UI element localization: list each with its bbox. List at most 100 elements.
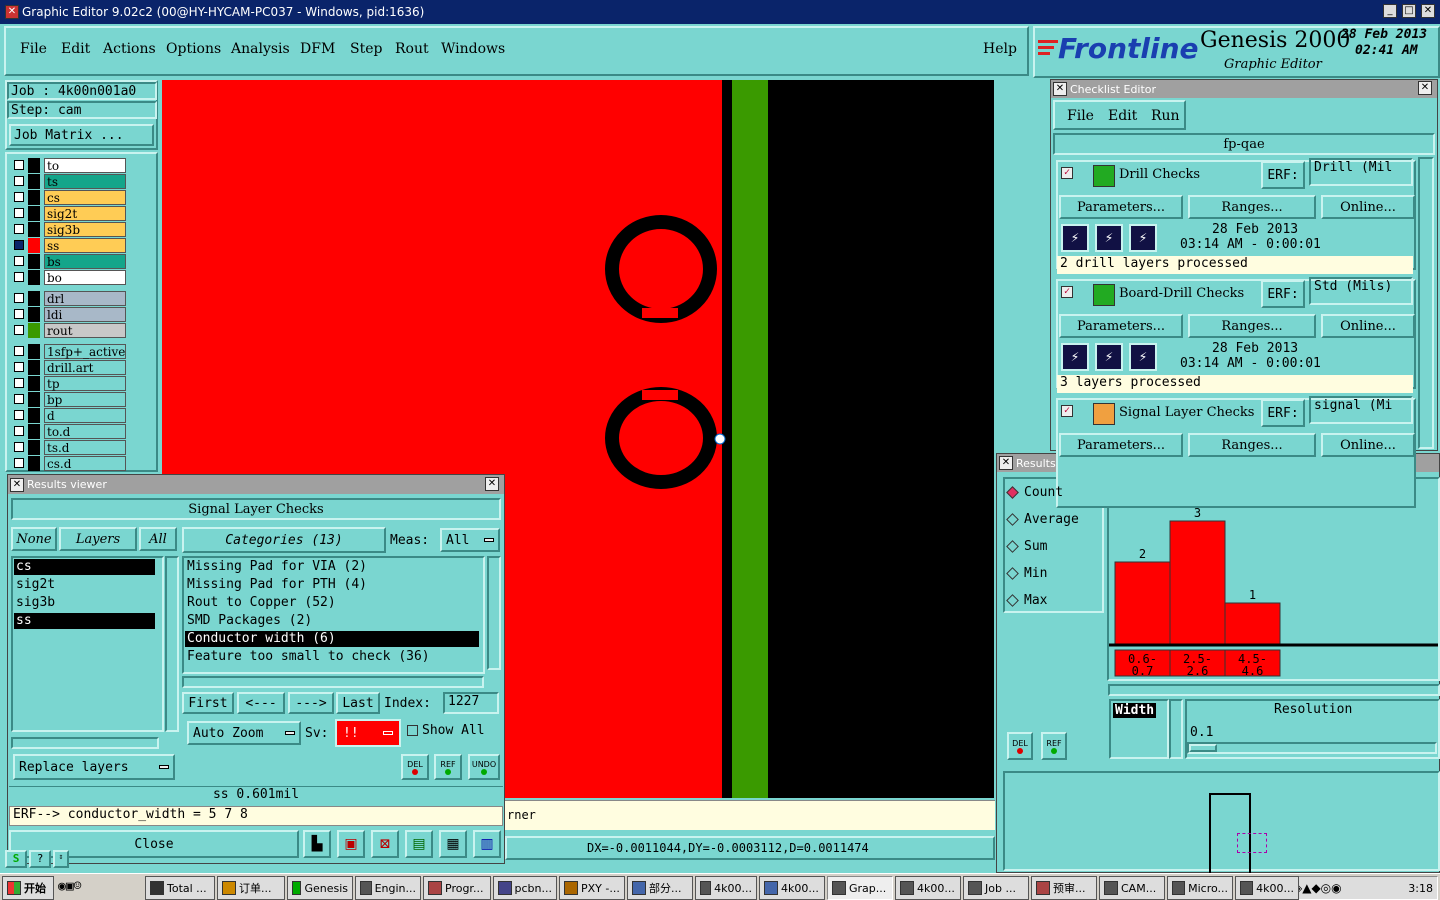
layer-checkbox[interactable] (14, 176, 24, 186)
quick-launch-icons[interactable]: ◉▣☺ (58, 879, 81, 894)
next-button[interactable]: ---> (288, 692, 334, 714)
layer-checkbox[interactable] (14, 309, 24, 319)
layer-row-cs-d[interactable]: cs.d (10, 456, 128, 471)
histogram-chart-icon[interactable]: ▥ (473, 830, 501, 858)
layer-name[interactable]: ts.d (44, 440, 126, 455)
run-check-all-icon[interactable]: ⚡ (1095, 343, 1123, 371)
histogram-bar[interactable] (1169, 520, 1226, 645)
layer-checkbox[interactable] (14, 256, 24, 266)
layer-name[interactable]: d (44, 408, 126, 423)
layer-checkbox[interactable] (14, 240, 24, 250)
layer-color-swatch[interactable] (28, 206, 40, 221)
taskbar-item[interactable]: Micro... (1167, 876, 1233, 900)
erf-value[interactable]: Std (Mils) (1309, 277, 1413, 305)
layer-name[interactable]: sig3b (44, 222, 126, 237)
layer-checkbox[interactable] (14, 458, 24, 468)
category-item[interactable]: Missing Pad for VIA (2) (185, 559, 479, 575)
layer-checkbox[interactable] (14, 272, 24, 282)
histogram-ref-button[interactable]: REF (1041, 732, 1067, 760)
taskbar-item[interactable]: Total ... (145, 876, 215, 900)
category-item[interactable]: SMD Packages (2) (185, 613, 479, 629)
checklist-menu-run[interactable]: Run (1151, 108, 1180, 124)
histogram-bar[interactable] (1224, 602, 1281, 645)
layer-name[interactable]: to.d (44, 424, 126, 439)
categories-button[interactable]: Categories (13) (182, 527, 386, 553)
taskbar-item[interactable]: 预审... (1031, 876, 1097, 900)
layer-color-swatch[interactable] (28, 360, 40, 375)
taskbar-item[interactable]: 4k00... (695, 876, 757, 900)
layer-row-ts[interactable]: ts (10, 174, 128, 189)
online-button[interactable]: Online... (1321, 195, 1415, 219)
sv-select[interactable]: !! (335, 719, 401, 747)
layer-color-swatch[interactable] (28, 408, 40, 423)
layer-color-swatch[interactable] (28, 456, 40, 471)
layer-color-swatch[interactable] (28, 190, 40, 205)
layer-row-cs[interactable]: cs (10, 190, 128, 205)
check-checkbox[interactable]: ✓ (1061, 286, 1073, 298)
layer-checkbox[interactable] (14, 346, 24, 356)
layer-checkbox[interactable] (14, 362, 24, 372)
histogram-mode-min[interactable]: Min (1006, 564, 1047, 582)
tool-icon-1[interactable]: ▙ (303, 830, 331, 858)
layer-name[interactable]: 1sfp+_active (44, 344, 126, 359)
layer-name[interactable]: rout (44, 323, 126, 338)
parameters-button[interactable]: Parameters... (1059, 314, 1183, 338)
layer-row-to[interactable]: to (10, 158, 128, 173)
layer-row-rout[interactable]: rout (10, 323, 128, 338)
window-menu-icon[interactable]: ✕ (10, 477, 24, 492)
layer-color-swatch[interactable] (28, 270, 40, 285)
checklist-vscroll[interactable] (1418, 157, 1434, 449)
del-button[interactable]: DEL (401, 754, 429, 780)
histogram-mode-average[interactable]: Average (1006, 510, 1079, 528)
window-menu-icon[interactable]: ✕ (1053, 82, 1067, 96)
erf-value[interactable]: Drill (Mil (1309, 158, 1413, 186)
ranges-button[interactable]: Ranges... (1188, 195, 1316, 219)
layer-name[interactable]: bs (44, 254, 126, 269)
layer-checkbox[interactable] (14, 192, 24, 202)
category-item[interactable]: Rout to Copper (52) (185, 595, 479, 611)
layer-result-item[interactable]: ss (14, 613, 155, 629)
first-button[interactable]: First (182, 692, 234, 714)
job-matrix-button[interactable]: Job Matrix ... (9, 124, 154, 146)
layer-checkbox[interactable] (14, 224, 24, 234)
layer-color-swatch[interactable] (28, 291, 40, 306)
tool-icon-3[interactable]: ⊠ (371, 830, 399, 858)
category-item[interactable]: Missing Pad for PTH (4) (185, 577, 479, 593)
run-check-icon[interactable]: ⚡ (1061, 224, 1089, 252)
menu-file[interactable]: File (20, 41, 47, 57)
histogram-mode-sum[interactable]: Sum (1006, 537, 1047, 555)
layers-button[interactable]: Layers (59, 527, 137, 551)
layer-name[interactable]: bp (44, 392, 126, 407)
none-button[interactable]: None (11, 527, 57, 551)
layer-row-bp[interactable]: bp (10, 392, 128, 407)
all-button[interactable]: All (139, 527, 177, 551)
erf-button[interactable]: ERF: (1261, 399, 1305, 427)
tool-icon-4[interactable]: ▤ (405, 830, 433, 858)
layer-name[interactable]: sig2t (44, 206, 126, 221)
width-list[interactable]: Width (1109, 699, 1169, 759)
window-menu-icon[interactable]: ✕ (999, 456, 1013, 470)
taskbar-item[interactable]: PXY -... (559, 876, 625, 900)
taskbar-item[interactable]: 订单... (217, 876, 285, 900)
histogram-bar[interactable] (1114, 561, 1171, 645)
layer-color-swatch[interactable] (28, 238, 40, 253)
menu-help[interactable]: Help (983, 41, 1017, 57)
tool-icon-5[interactable]: ▦ (439, 830, 467, 858)
layer-row-tp[interactable]: tp (10, 376, 128, 391)
prev-button[interactable]: <--- (237, 692, 285, 714)
tool-icon-2[interactable]: ▣ (337, 830, 365, 858)
layer-row-to-d[interactable]: to.d (10, 424, 128, 439)
categories-hscroll[interactable] (182, 676, 484, 688)
layer-row-1sfp--active[interactable]: 1sfp+_active (10, 344, 128, 359)
maximize-icon[interactable]: □ (1402, 4, 1416, 18)
auto-zoom-select[interactable]: Auto Zoom (187, 721, 301, 745)
help-icon[interactable]: ? (29, 850, 51, 868)
stop-check-icon[interactable]: ⚡ (1129, 343, 1157, 371)
layer-color-swatch[interactable] (28, 392, 40, 407)
erf-button[interactable]: ERF: (1261, 161, 1305, 189)
s-app-icon[interactable]: S (5, 850, 27, 868)
menu-options[interactable]: Options (166, 41, 221, 57)
layer-result-item[interactable]: sig3b (14, 595, 155, 611)
layer-row-bs[interactable]: bs (10, 254, 128, 269)
menu-windows[interactable]: Windows (441, 41, 505, 57)
